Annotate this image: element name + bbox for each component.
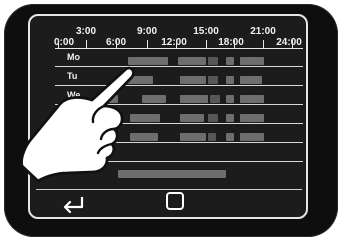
schedule-slot[interactable] [180,133,206,141]
axis-tick [292,40,293,49]
day-row-line [55,123,303,124]
time-axis [55,48,303,49]
schedule-slot[interactable] [130,133,158,141]
schedule-slot[interactable] [240,76,262,84]
day-row-line [55,161,303,162]
schedule-slot[interactable] [208,76,218,84]
schedule-slot[interactable] [128,57,168,65]
schedule-slot[interactable] [180,76,206,84]
schedule-slot[interactable] [226,57,234,65]
schedule-slot[interactable] [210,95,220,103]
schedule-slot[interactable] [226,76,234,84]
hour-label: 12:00 [161,37,187,48]
back-button[interactable] [58,193,88,214]
schedule-slot[interactable] [226,95,234,103]
schedule-slot[interactable] [180,95,208,103]
schedule-slot[interactable] [130,114,160,122]
schedule-slot[interactable] [118,170,226,178]
home-button[interactable] [164,190,186,212]
hour-label: 21:00 [250,26,276,37]
schedule-slot[interactable] [142,95,166,103]
day-row-line [55,104,303,105]
hour-label: 9:00 [136,26,158,37]
hour-label: 18:00 [218,37,244,48]
day-row-line [55,85,303,86]
hour-label: 15:00 [193,26,219,37]
day-label-tuesday: Tu [67,71,78,81]
schedule-slot[interactable] [240,95,264,103]
schedule-slot[interactable] [240,114,264,122]
schedule-slot[interactable] [96,95,118,103]
day-row-line [55,66,303,67]
schedule-slot[interactable] [178,57,206,65]
axis-tick [206,40,207,49]
schedule-slot[interactable] [208,133,216,141]
day-label-monday: Mo [67,52,80,62]
axis-tick [234,40,235,49]
schedule-slot[interactable] [208,57,218,65]
day-row-line [55,142,303,143]
axis-tick [147,40,148,49]
back-arrow-icon [63,197,84,214]
axis-tick [86,40,87,49]
axis-tick [176,40,177,49]
hour-label: 0:00 [53,37,75,48]
hour-label: 3:00 [75,26,97,37]
schedule-slot[interactable] [226,114,234,122]
schedule-slot[interactable] [208,114,218,122]
schedule-slot[interactable] [240,57,264,65]
axis-tick [58,40,59,49]
schedule-slot[interactable] [180,114,204,122]
schedule-slot[interactable] [226,133,234,141]
axis-tick [116,40,117,49]
hour-label: 24:00 [276,37,302,48]
day-label-wednesday: We [67,90,81,100]
schedule-slot[interactable] [240,133,264,141]
square-icon [166,192,184,210]
axis-tick [263,40,264,49]
schedule-slot[interactable] [125,76,153,84]
